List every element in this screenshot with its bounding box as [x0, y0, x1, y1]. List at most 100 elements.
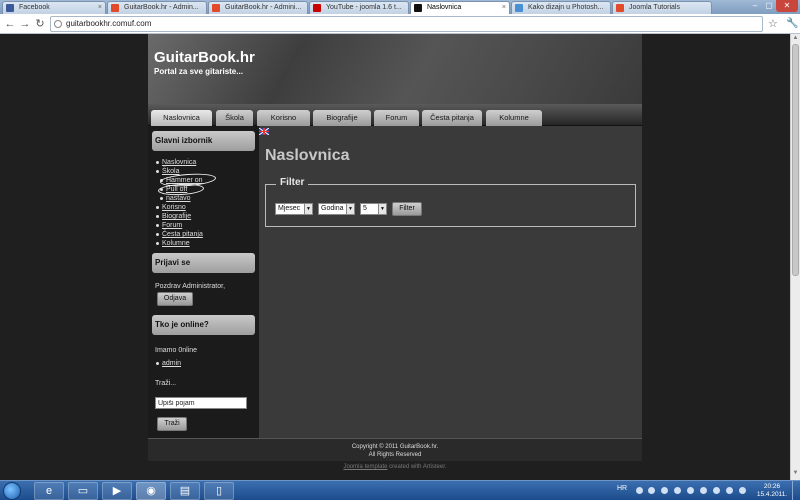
tray-icon[interactable]: [713, 487, 720, 494]
window-close-icon[interactable]: ✕: [776, 0, 798, 12]
back-arrow-icon[interactable]: ←: [4, 17, 16, 31]
nav-tab-biografije[interactable]: Biografije: [313, 110, 371, 126]
site-title[interactable]: GuitarBook.hr: [154, 49, 255, 66]
scrollbar-thumb[interactable]: [792, 44, 799, 276]
browser-tab[interactable]: Kako dizajn u Photosh...: [511, 1, 611, 14]
browser-toolbar: ← → ↻ guitarbookhr.comuf.com ☆ 🔧: [0, 14, 800, 34]
online-user-admin[interactable]: admin: [156, 360, 181, 367]
minimize-icon[interactable]: –: [748, 0, 762, 12]
speaker-icon[interactable]: [739, 487, 746, 494]
month-select-value: Mjesec: [278, 205, 301, 212]
menu-item-naslovnica[interactable]: Naslovnica: [156, 159, 196, 166]
browser-tab[interactable]: Joomla Tutorials: [612, 1, 712, 14]
menu-item-skola[interactable]: Škola: [156, 168, 180, 175]
chevron-down-icon: ▼: [304, 204, 312, 214]
star-icon[interactable]: ☆: [768, 17, 778, 30]
bullet-icon: [156, 169, 159, 173]
network-icon[interactable]: [726, 487, 733, 494]
menu-item-label[interactable]: Česta pitanja: [162, 231, 203, 238]
bullet-icon: [156, 160, 159, 164]
nav-tab-korisno[interactable]: Korisno: [257, 110, 310, 126]
language-indicator[interactable]: HR: [617, 485, 627, 492]
close-icon[interactable]: ×: [502, 2, 506, 13]
year-select[interactable]: Godina ▼: [318, 203, 355, 215]
tab-label: GuitarBook.hr - Admini...: [225, 4, 302, 11]
menu-item-label[interactable]: Biografije: [162, 213, 191, 220]
tray-icon[interactable]: [674, 487, 681, 494]
bullet-icon: [160, 196, 163, 200]
template-credits: Joomla template created with Artisteer.: [148, 464, 642, 470]
start-button-icon[interactable]: [3, 482, 21, 500]
show-desktop-button[interactable]: [792, 481, 800, 500]
chrome-icon[interactable]: ◉: [136, 482, 166, 500]
credits-text: created with Artisteer.: [387, 464, 447, 470]
site-container: GuitarBook.hr Portal za sve gitariste...…: [148, 34, 642, 461]
main-navigation: Naslovnica Škola Korisno Biografije Foru…: [148, 104, 642, 126]
joomla-template-link[interactable]: Joomla template: [343, 464, 387, 470]
address-bar[interactable]: guitarbookhr.comuf.com: [50, 16, 763, 32]
internet-explorer-icon[interactable]: e: [34, 482, 64, 500]
tray-icon[interactable]: [636, 487, 643, 494]
site-header: GuitarBook.hr Portal za sve gitariste...: [148, 34, 642, 104]
logout-button[interactable]: Odjava: [157, 292, 193, 306]
url-text[interactable]: guitarbookhr.comuf.com: [66, 19, 151, 28]
vertical-scrollbar[interactable]: ▲ ▼: [790, 34, 800, 480]
menu-item-korisno[interactable]: Korisno: [156, 204, 186, 211]
scroll-down-arrow-icon[interactable]: ▼: [792, 470, 799, 476]
system-clock[interactable]: 20:26 15.4.2011.: [756, 483, 788, 499]
media-player-icon[interactable]: ▶: [102, 482, 132, 500]
browser-tab[interactable]: GuitarBook.hr - Admin...: [107, 1, 207, 14]
tray-icon[interactable]: [648, 487, 655, 494]
menu-item-label[interactable]: Forum: [162, 222, 182, 229]
menu-item-label[interactable]: Korisno: [162, 204, 186, 211]
wrench-icon[interactable]: 🔧: [786, 18, 798, 29]
menu-item-kolumne[interactable]: Kolumne: [156, 240, 190, 247]
winrar-icon[interactable]: ▤: [170, 482, 200, 500]
menu-item-forum[interactable]: Forum: [156, 222, 182, 229]
tray-icon[interactable]: [700, 487, 707, 494]
nav-tab-skola[interactable]: Škola: [216, 110, 253, 126]
browser-tab[interactable]: GuitarBook.hr - Admini...: [208, 1, 308, 14]
limit-select[interactable]: 5 ▼: [360, 203, 387, 215]
menu-item-label[interactable]: Škola: [162, 168, 180, 175]
chevron-down-icon: ▼: [346, 204, 354, 214]
maximize-icon[interactable]: ▢: [762, 0, 776, 12]
submenu-item-nastavo[interactable]: nastavo: [160, 195, 191, 202]
nav-tab-kolumne[interactable]: Kolumne: [486, 110, 542, 126]
tray-icon[interactable]: [687, 487, 694, 494]
page-title: Naslovnica: [265, 147, 350, 164]
menu-item-label[interactable]: nastavo: [166, 195, 191, 202]
close-icon[interactable]: ×: [98, 2, 102, 13]
main-menu-title: Glavni izbornik: [152, 131, 255, 151]
reload-icon[interactable]: ↻: [34, 17, 46, 31]
tray-icon[interactable]: [661, 487, 668, 494]
page-icon: [54, 20, 62, 28]
folder-icon[interactable]: ▭: [68, 482, 98, 500]
nav-tab-cesta-pitanja[interactable]: Česta pitanja: [422, 110, 482, 126]
page-viewport: GuitarBook.hr Portal za sve gitariste...…: [0, 34, 790, 480]
online-user-label[interactable]: admin: [162, 360, 181, 367]
forward-arrow-icon[interactable]: →: [19, 17, 31, 31]
nav-tab-naslovnica[interactable]: Naslovnica: [151, 110, 212, 126]
search-input[interactable]: [155, 397, 247, 409]
browser-tab[interactable]: Facebook ×: [2, 1, 106, 14]
search-button[interactable]: Traži: [157, 417, 187, 431]
browser-tab-strip: Facebook × GuitarBook.hr - Admin... Guit…: [0, 0, 800, 14]
menu-item-biografije[interactable]: Biografije: [156, 213, 191, 220]
joomla-icon: [212, 4, 220, 12]
nav-tab-forum[interactable]: Forum: [374, 110, 419, 126]
notepad-icon[interactable]: ▯: [204, 482, 234, 500]
menu-item-cesta-pitanja[interactable]: Česta pitanja: [156, 231, 203, 238]
scroll-up-arrow-icon[interactable]: ▲: [792, 35, 799, 41]
sidebar: Glavni izbornik Naslovnica Škola Hammer …: [148, 126, 259, 438]
month-select[interactable]: Mjesec ▼: [275, 203, 313, 215]
english-flag-icon[interactable]: [259, 128, 269, 135]
menu-item-label[interactable]: Naslovnica: [162, 159, 196, 166]
tab-label: GuitarBook.hr - Admin...: [124, 4, 199, 11]
filter-button[interactable]: Filter: [392, 202, 422, 216]
browser-tab[interactable]: YouTube - joomla 1.6 t...: [309, 1, 409, 14]
online-count: Imamo 0nline: [155, 347, 198, 354]
menu-item-label[interactable]: Kolumne: [162, 240, 190, 247]
browser-tab-active[interactable]: Naslovnica ×: [410, 1, 510, 14]
bullet-icon: [156, 241, 159, 245]
